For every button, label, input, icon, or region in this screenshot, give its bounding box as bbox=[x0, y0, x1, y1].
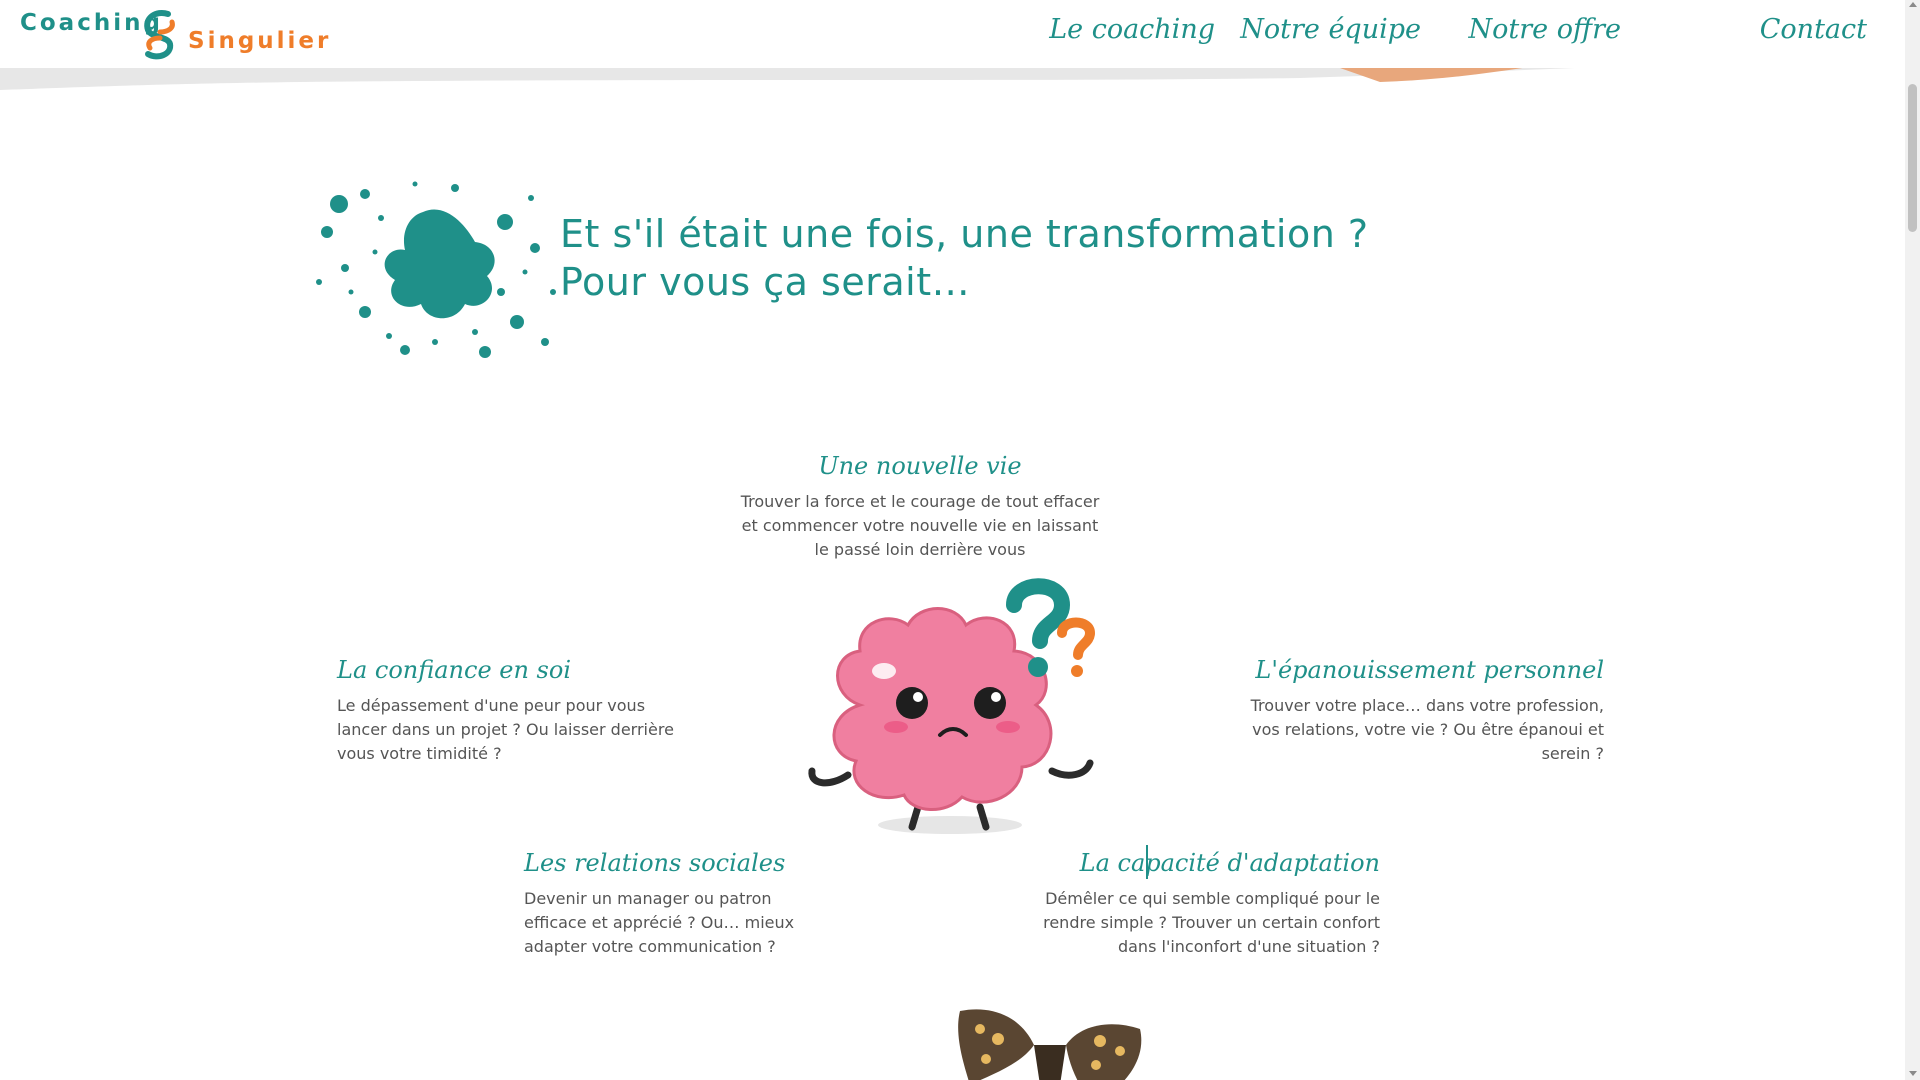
nav-item-contact[interactable]: Contact bbox=[1760, 14, 1867, 45]
intro-heading-line-1: Et s'il était une fois, une transformati… bbox=[560, 212, 1369, 256]
intro-heading: Et s'il était une fois, une transformati… bbox=[560, 210, 1369, 306]
confused-brain-image bbox=[808, 578, 1096, 834]
nav-item-le-coaching[interactable]: Le coaching bbox=[1049, 14, 1215, 45]
scroll-down-arrow-icon[interactable] bbox=[1909, 1071, 1917, 1076]
feature-text: Le dépassement d'une peur pour vous lanc… bbox=[337, 696, 674, 763]
nav-item-notre-offre[interactable]: Notre offre bbox=[1469, 14, 1621, 45]
feature-new-life: Une nouvelle vie Trouver la force et le … bbox=[740, 452, 1100, 562]
site-header: Coaching Singulier Le coaching Notre équ… bbox=[0, 0, 1905, 68]
logo-s-mark-icon bbox=[144, 10, 175, 60]
feature-text: Devenir un manager ou patron efficace et… bbox=[524, 889, 795, 956]
feature-title: L'épanouissement personnel bbox=[1255, 656, 1604, 684]
feature-self-confidence: La confiance en soi Le dépassement d'une… bbox=[337, 656, 687, 766]
feature-title: La capacité d'adaptation bbox=[1079, 849, 1380, 877]
feature-text: Trouver votre place… dans votre professi… bbox=[1250, 696, 1604, 763]
scroll-up-arrow-icon[interactable] bbox=[1909, 2, 1917, 7]
vertical-scrollbar[interactable] bbox=[1905, 0, 1920, 1080]
feature-personal-growth: L'épanouissement personnel Trouver votre… bbox=[1250, 656, 1604, 766]
feature-title: Les relations sociales bbox=[524, 849, 786, 877]
nav-item-notre-equipe[interactable]: Notre équipe bbox=[1240, 14, 1421, 45]
feature-text: Trouver la force et le courage de tout e… bbox=[740, 492, 1100, 559]
site-logo[interactable]: Coaching Singulier bbox=[18, 6, 328, 62]
feature-social-relations: Les relations sociales Devenir un manage… bbox=[524, 849, 834, 959]
intro-heading-line-2: Pour vous ça serait… bbox=[560, 260, 971, 304]
logo-word-singulier: Singulier bbox=[188, 28, 332, 54]
ink-splash-image bbox=[316, 181, 556, 358]
feature-text: Démêler ce qui semble compliqué pour le … bbox=[1043, 889, 1380, 956]
butterfly-image bbox=[958, 1009, 1142, 1080]
scrollbar-thumb[interactable] bbox=[1908, 84, 1917, 232]
feature-adaptability: La capacité d'adaptation Démêler ce qui … bbox=[1032, 849, 1380, 959]
feature-title: Une nouvelle vie bbox=[818, 452, 1022, 480]
feature-title: La confiance en soi bbox=[337, 656, 571, 684]
